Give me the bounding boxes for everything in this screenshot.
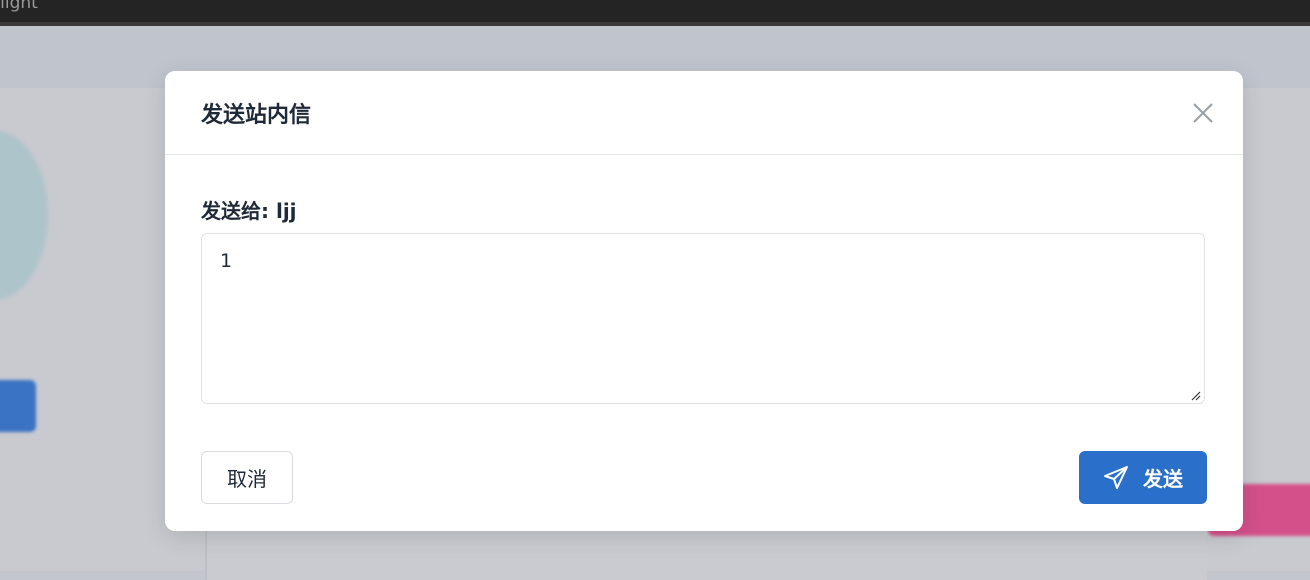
- message-textarea[interactable]: 1: [201, 233, 1205, 404]
- close-icon: [1193, 103, 1213, 123]
- close-button[interactable]: [1189, 99, 1217, 127]
- recipient-line: 发送给: ljj: [201, 195, 297, 224]
- window-title-fragment: -light: [0, 0, 38, 13]
- recipient-label: 发送给:: [201, 199, 269, 223]
- send-label: 发送: [1143, 467, 1183, 491]
- paper-plane-icon: [1103, 465, 1129, 491]
- recipient-name: ljj: [275, 199, 297, 223]
- cancel-label: 取消: [227, 467, 267, 491]
- dialog-title: 发送站内信: [201, 103, 312, 128]
- resize-grip-icon[interactable]: [1191, 391, 1201, 401]
- dialog-header: 发送站内信: [165, 71, 1243, 155]
- background-button-left: [0, 380, 36, 432]
- send-message-dialog: 发送站内信 发送给: ljj 1 取消 发送: [165, 71, 1243, 531]
- cancel-button[interactable]: 取消: [201, 451, 293, 504]
- browser-topbar: -light: [0, 0, 1310, 26]
- send-button[interactable]: 发送: [1079, 451, 1207, 504]
